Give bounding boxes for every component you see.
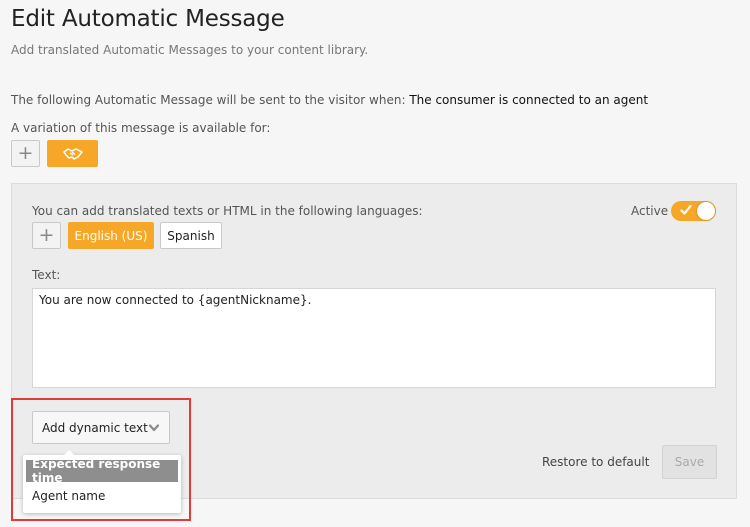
save-button[interactable]: Save: [662, 445, 717, 479]
trigger-prefix: The following Automatic Message will be …: [11, 93, 406, 107]
restore-default-link[interactable]: Restore to default: [542, 455, 649, 469]
variation-handshake-button[interactable]: [47, 140, 98, 167]
toggle-knob: [697, 202, 715, 220]
trigger-value: The consumer is connected to an agent: [409, 93, 649, 107]
highlight-box: [11, 398, 191, 521]
active-label: Active: [631, 204, 669, 218]
active-toggle[interactable]: [671, 201, 716, 221]
languages-label: You can add translated texts or HTML in …: [32, 204, 423, 218]
language-tab-english[interactable]: English (US): [68, 222, 154, 249]
page-subtitle: Add translated Automatic Messages to you…: [11, 43, 369, 57]
variation-label: A variation of this message is available…: [11, 121, 271, 135]
language-tab-spanish[interactable]: Spanish: [160, 222, 222, 249]
page-title: Edit Automatic Message: [11, 6, 285, 32]
checkmark-icon: [680, 204, 692, 215]
add-variation-button[interactable]: +: [11, 140, 40, 167]
text-label: Text:: [32, 268, 61, 282]
add-language-button[interactable]: +: [32, 222, 61, 249]
handshake-icon: [62, 147, 83, 160]
trigger-description: The following Automatic Message will be …: [11, 93, 648, 107]
message-text-area[interactable]: You are now connected to {agentNickname}…: [32, 288, 716, 388]
